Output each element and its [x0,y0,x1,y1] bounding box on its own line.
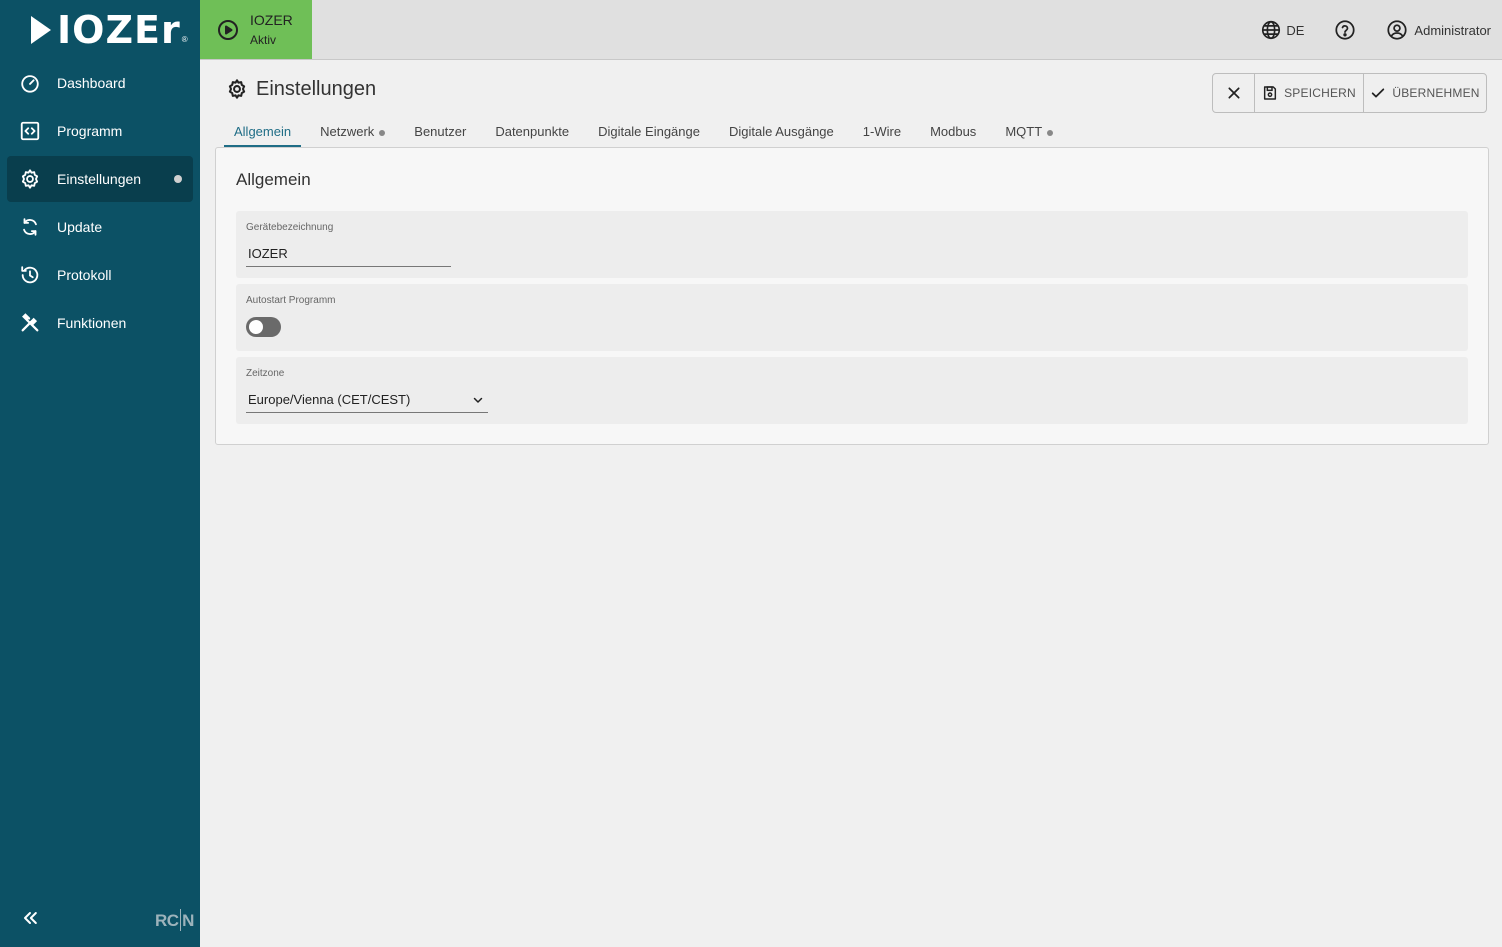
device-name-field: Gerätebezeichnung [236,211,1468,278]
unsaved-indicator-dot [174,175,182,183]
device-name-input[interactable] [246,241,451,267]
page-header: Einstellungen [226,76,376,102]
program-status-chip[interactable]: IOZER Aktiv [200,0,312,59]
timezone-value: Europe/Vienna (CET/CEST) [248,392,411,407]
discard-button[interactable] [1213,74,1254,112]
autostart-field: Autostart Programm [236,284,1468,351]
history-icon [18,263,42,287]
globe-icon [1262,20,1281,40]
apply-button[interactable]: ÜBERNEHMEN [1363,74,1486,112]
sidebar-item-label: Update [57,219,103,235]
topbar: IOZER Aktiv DE Administrator [200,0,1502,60]
tab-digitale-ausgaenge[interactable]: Digitale Ausgänge [719,120,844,147]
page-title: Einstellungen [256,77,377,100]
sidebar: IOZEr ® Dashboard Programm Einstellungen [0,0,200,947]
tab-label: MQTT [1005,124,1043,139]
tab-label: Netzwerk [320,124,375,139]
tools-icon [18,311,42,335]
sidebar-item-label: Einstellungen [57,171,142,187]
sidebar-item-protokoll[interactable]: Protokoll [7,252,193,298]
tab-allgemein[interactable]: Allgemein [224,120,302,147]
settings-tabs: Allgemein Netzwerk Benutzer Datenpunkte … [224,120,1072,147]
status-text: IOZER Aktiv [250,11,293,48]
checkmark-icon [1372,88,1385,98]
tab-1-wire[interactable]: 1-Wire [853,120,911,147]
autostart-label: Autostart Programm [246,295,336,306]
iozer-logo: IOZEr ® [31,8,188,52]
timezone-label: Zeitzone [246,368,285,379]
language-button[interactable]: DE [1260,19,1304,41]
logo-triangle-icon [31,16,51,44]
status-title: IOZER [250,12,293,28]
collapse-sidebar-button[interactable] [18,906,42,930]
user-account-icon [1387,20,1408,40]
timezone-select[interactable]: Europe/Vienna (CET/CEST) [246,387,488,413]
device-name-label: Gerätebezeichnung [246,222,334,233]
sidebar-item-label: Funktionen [57,315,127,331]
save-label: SPEICHERN [1284,86,1356,100]
speedometer-icon [18,71,42,95]
refresh-icon [18,215,42,239]
tab-label: Benutzer [414,124,467,139]
autostart-toggle[interactable] [246,317,281,337]
play-circle-icon [218,19,238,40]
gear-icon [228,79,246,99]
brand-mark-left: RC [155,911,179,930]
double-chevron-left-icon [24,912,37,924]
page-actions: SPEICHERN ÜBERNEHMEN [1212,73,1487,113]
tab-mqtt[interactable]: MQTT [995,120,1063,147]
timezone-field: Zeitzone Europe/Vienna (CET/CEST) [236,357,1468,424]
logo-registered-mark: ® [181,35,188,44]
close-icon [1227,87,1240,99]
sidebar-item-label: Protokoll [57,267,112,283]
tab-indicator-dot [379,130,386,136]
rcn-brand-mark: RC N [155,909,194,931]
sidebar-nav: Dashboard Programm Einstellungen Update [7,60,193,348]
sidebar-item-funktionen[interactable]: Funktionen [7,300,193,346]
sidebar-item-dashboard[interactable]: Dashboard [7,60,193,106]
tab-datenpunkte[interactable]: Datenpunkte [485,120,579,147]
tab-indicator-dot [1047,130,1054,136]
floppy-disk-icon [1264,86,1277,100]
code-brackets-icon [18,119,42,143]
tab-benutzer[interactable]: Benutzer [404,120,476,147]
gear-icon [18,167,42,191]
chevron-down-icon [473,397,483,403]
tab-digitale-eingaenge[interactable]: Digitale Eingänge [588,120,710,147]
tab-label: Modbus [930,124,977,139]
apply-label: ÜBERNEHMEN [1392,86,1480,100]
brand-mark-right: N [182,911,194,930]
topbar-actions: DE Administrator [1260,18,1491,42]
user-name: Administrator [1414,22,1491,38]
sidebar-item-einstellungen[interactable]: Einstellungen [7,156,193,202]
sidebar-item-programm[interactable]: Programm [7,108,193,154]
save-button[interactable]: SPEICHERN [1254,74,1363,112]
user-menu-button[interactable]: Administrator [1386,19,1491,41]
tab-netzwerk[interactable]: Netzwerk [310,120,395,147]
tab-label: 1-Wire [862,124,902,139]
sidebar-item-label: Programm [57,123,123,139]
status-subtitle: Aktiv [250,33,277,47]
tab-modbus[interactable]: Modbus [920,120,986,147]
toggle-knob [249,320,263,334]
sidebar-item-update[interactable]: Update [7,204,193,250]
logo-text: IOZEr [57,8,181,52]
tab-label: Datenpunkte [495,124,570,139]
general-settings-card: Allgemein Gerätebezeichnung Autostart Pr… [215,147,1489,445]
tab-label: Allgemein [234,124,292,139]
tab-label: Digitale Ausgänge [728,124,834,139]
help-icon[interactable] [1334,19,1356,41]
language-label: DE [1286,22,1305,38]
tab-label: Digitale Eingänge [598,124,700,139]
sidebar-item-label: Dashboard [57,75,126,91]
card-title: Allgemein [236,170,311,189]
